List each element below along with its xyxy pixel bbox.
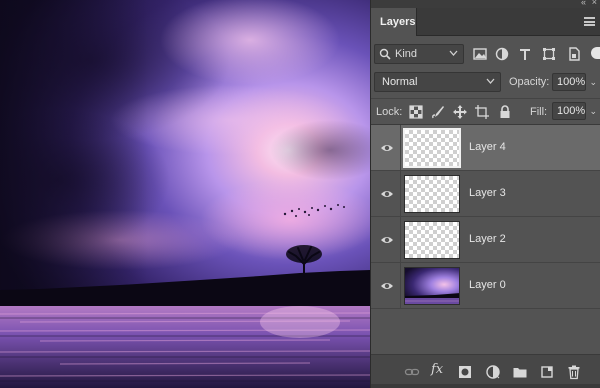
smart-object-filter-icon[interactable] — [566, 46, 582, 62]
lock-all-icon[interactable] — [497, 104, 513, 120]
lock-image-pixels-icon[interactable] — [430, 104, 446, 120]
layer-thumbnail-transparent — [404, 221, 460, 259]
visibility-eye-icon[interactable] — [380, 234, 394, 246]
blend-mode-value: Normal — [382, 76, 418, 88]
layer-row[interactable]: Layer 3 — [371, 171, 600, 217]
layer-thumbnail-transparent — [404, 175, 460, 213]
layer-row[interactable]: Layer 4 — [371, 125, 600, 171]
layer-list: Layer 4 Layer 3 Layer 2 Layer 0 — [371, 124, 600, 354]
panel-top-strip: « × — [371, 0, 600, 8]
row-divider — [400, 125, 401, 171]
visibility-eye-icon[interactable] — [380, 188, 394, 200]
layer-thumbnail-transparent — [403, 128, 461, 168]
lock-position-icon[interactable] — [452, 104, 468, 120]
layer-row[interactable]: Layer 0 — [371, 263, 600, 309]
fill-label: Fill: — [530, 106, 548, 118]
lock-artboard-icon[interactable] — [474, 104, 490, 120]
close-panel-icon[interactable]: × — [592, 0, 597, 7]
visibility-eye-icon[interactable] — [380, 142, 394, 154]
link-layers-icon[interactable] — [404, 364, 420, 380]
filter-kind-dropdown[interactable]: Kind — [374, 44, 464, 64]
layer-thumbnail-image — [404, 267, 460, 305]
delete-layer-icon[interactable] — [566, 364, 582, 380]
layer-name[interactable]: Layer 0 — [469, 279, 506, 291]
pixel-filter-icon[interactable] — [472, 46, 488, 62]
lock-transparent-pixels-icon[interactable] — [408, 104, 424, 120]
tab-layers[interactable]: Layers — [371, 8, 417, 36]
chevron-down-icon — [486, 78, 495, 84]
new-layer-icon[interactable] — [539, 364, 555, 380]
search-icon — [379, 48, 391, 60]
new-group-icon[interactable] — [512, 364, 528, 380]
opacity-value: 100% — [557, 76, 586, 88]
row-divider — [400, 217, 401, 263]
layer-name[interactable]: Layer 4 — [469, 141, 506, 153]
lock-label: Lock: — [376, 106, 403, 118]
blend-row: Normal Opacity: 100% ⌄ — [371, 70, 600, 95]
blend-mode-dropdown[interactable]: Normal — [374, 72, 501, 92]
collapse-panel-icon[interactable]: « — [581, 0, 586, 7]
panel-tab-bar: Layers — [371, 8, 600, 36]
visibility-eye-icon[interactable] — [380, 280, 394, 292]
panel-menu-icon[interactable] — [584, 17, 595, 26]
layers-bottom-toolbar: fx — [371, 354, 600, 388]
layer-row[interactable]: Layer 2 — [371, 217, 600, 263]
fill-field[interactable]: 100% — [552, 102, 586, 120]
opacity-chevron-icon[interactable]: ⌄ — [589, 77, 597, 88]
type-filter-icon[interactable] — [517, 46, 533, 62]
sunset-thumbnail — [405, 268, 459, 304]
filter-kind-label: Kind — [395, 48, 418, 60]
opacity-label: Opacity: — [509, 76, 550, 88]
row-divider — [400, 263, 401, 309]
layers-panel: « × Layers Kind Normal Opacity: 100% ⌄ L… — [370, 0, 600, 388]
document-canvas[interactable] — [0, 0, 370, 388]
row-divider — [400, 171, 401, 217]
sunset-lake-image — [0, 0, 370, 388]
add-mask-icon[interactable] — [457, 364, 473, 380]
adjustment-layer-icon[interactable] — [485, 364, 501, 380]
chevron-down-icon — [449, 50, 458, 56]
panel-bottom-edge — [371, 384, 600, 388]
shape-filter-icon[interactable] — [541, 46, 557, 62]
filter-row: Kind — [371, 37, 600, 69]
fx-icon[interactable]: fx — [431, 362, 447, 378]
fill-value: 100% — [557, 105, 586, 117]
fill-chevron-icon[interactable]: ⌄ — [589, 106, 597, 117]
filter-toggle[interactable] — [591, 47, 600, 59]
lock-row: Lock: Fill: 100% ⌄ — [371, 98, 600, 124]
opacity-field[interactable]: 100% — [552, 73, 586, 91]
adjustment-filter-icon[interactable] — [494, 46, 510, 62]
layer-name[interactable]: Layer 3 — [469, 187, 506, 199]
layer-name[interactable]: Layer 2 — [469, 233, 506, 245]
